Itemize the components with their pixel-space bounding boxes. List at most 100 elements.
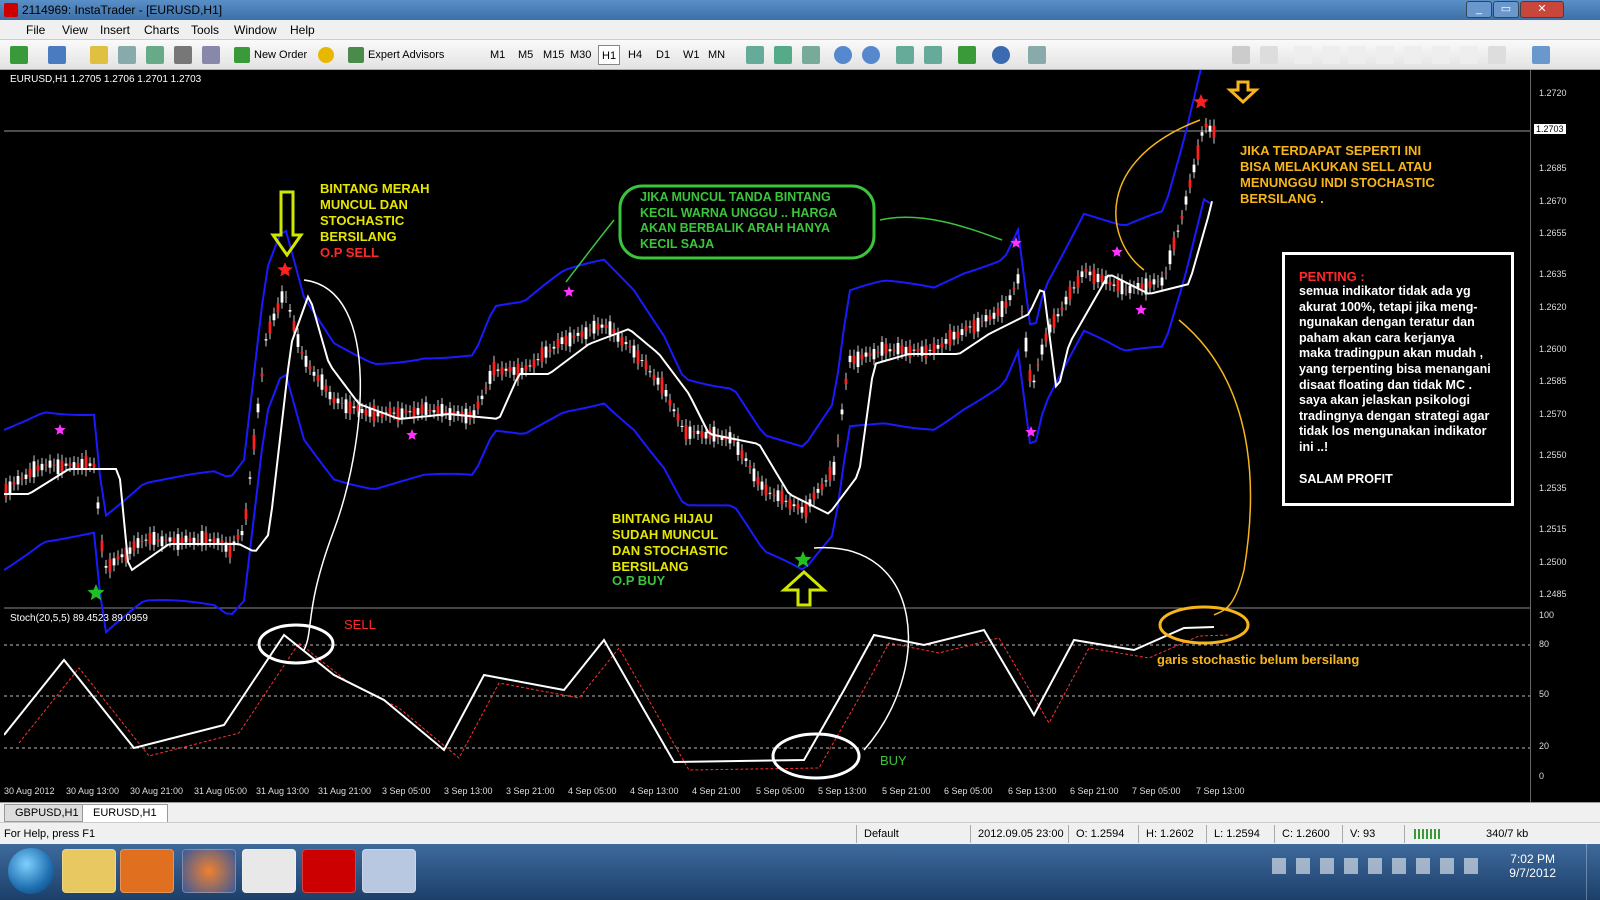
note-title: PENTING : (1299, 269, 1365, 284)
vertical-line-icon[interactable] (1294, 46, 1312, 64)
trendline-icon[interactable] (1348, 46, 1366, 64)
candle-body (568, 332, 572, 347)
crosshair-icon[interactable] (1260, 46, 1278, 64)
line-chart-icon[interactable] (802, 46, 820, 64)
label-icon[interactable] (1460, 46, 1478, 64)
tf-d1[interactable]: D1 (656, 45, 670, 65)
maximize-button[interactable]: ▭ (1493, 1, 1519, 18)
candle-body (432, 410, 436, 413)
close-button[interactable]: ✕ (1520, 1, 1564, 18)
orange-connector-top (1115, 119, 1201, 271)
candlestick-icon[interactable] (774, 46, 792, 64)
candle-body (680, 425, 684, 427)
status-traffic: 340/7 kb (1486, 828, 1529, 840)
zoom-out-icon[interactable] (862, 46, 880, 64)
text-icon[interactable] (1432, 46, 1450, 64)
tf-m5[interactable]: M5 (518, 45, 533, 65)
candle-body (956, 331, 960, 339)
tf-m1[interactable]: M1 (490, 45, 505, 65)
menu-insert[interactable]: Insert (100, 23, 130, 37)
candle-body (528, 365, 532, 367)
candle-body (700, 430, 704, 438)
arrows-icon[interactable] (1488, 46, 1506, 64)
candle-body (92, 463, 96, 468)
expert-advisors-button[interactable]: Expert Advisors (368, 45, 444, 65)
candle-body (292, 321, 296, 332)
candle-body (672, 409, 676, 412)
help-icon[interactable] (1532, 46, 1550, 64)
stoch-scale-label: 80 (1539, 639, 1550, 649)
zoom-in-icon[interactable] (834, 46, 852, 64)
candle-body (304, 355, 308, 367)
candle-body (1024, 337, 1028, 352)
tf-h1[interactable]: H1 (598, 45, 621, 65)
candle-body (308, 366, 312, 370)
clock[interactable]: 7:02 PM 9/7/2012 (1509, 852, 1556, 880)
expert-advisors-icon[interactable] (348, 47, 364, 63)
candle-body (876, 351, 880, 353)
candle-body (860, 354, 864, 360)
candle-body (776, 490, 780, 501)
stoch-scale-label: 20 (1539, 741, 1550, 751)
candle-body (504, 368, 508, 371)
navigator-icon[interactable] (146, 46, 164, 64)
profiles-icon[interactable] (48, 46, 66, 64)
terminal-icon[interactable] (174, 46, 192, 64)
candle-body (572, 335, 576, 338)
tf-m30[interactable]: M30 (570, 45, 591, 65)
menu-tools[interactable]: Tools (191, 23, 219, 37)
periods-icon[interactable] (992, 46, 1010, 64)
status-profile: Default (864, 828, 899, 840)
menu-file[interactable]: File (26, 23, 45, 37)
tray-icons[interactable] (1272, 858, 1478, 874)
calculator-taskbar-icon[interactable] (362, 849, 416, 893)
price-scale[interactable]: 1.2720 1.2703 1.2685 1.2670 1.2655 1.263… (1530, 70, 1600, 802)
new-order-button[interactable]: New Order (254, 45, 307, 65)
time-label: 7 Sep 13:00 (1196, 786, 1245, 796)
start-button[interactable] (8, 848, 54, 894)
templates-icon[interactable] (1028, 46, 1046, 64)
tab-eurusd[interactable]: EURUSD,H1 (82, 804, 168, 822)
fibonacci-icon[interactable] (1404, 46, 1422, 64)
document-taskbar-icon[interactable] (242, 849, 296, 893)
menu-help[interactable]: Help (290, 23, 315, 37)
tf-h4[interactable]: H4 (628, 45, 642, 65)
channel-icon[interactable] (1376, 46, 1394, 64)
menu-window[interactable]: Window (234, 23, 277, 37)
candle-body (144, 539, 148, 541)
time-label: 30 Aug 21:00 (130, 786, 184, 796)
annotation-line: KECIL WARNA UNGGU .. HARGA (640, 205, 838, 220)
candle-body (476, 401, 480, 409)
candle-body (80, 459, 84, 469)
instatrader-taskbar-icon[interactable] (302, 849, 356, 893)
new-chart-icon[interactable] (10, 46, 28, 64)
menu-charts[interactable]: Charts (144, 23, 179, 37)
media-player-taskbar-icon[interactable] (120, 849, 174, 893)
show-desktop-button[interactable] (1586, 844, 1600, 900)
auto-scroll-icon[interactable] (896, 46, 914, 64)
indicators-icon[interactable] (958, 46, 976, 64)
tester-icon[interactable] (202, 46, 220, 64)
market-watch-icon[interactable] (90, 46, 108, 64)
candle-body (68, 463, 72, 467)
menu-view[interactable]: View (62, 23, 88, 37)
tf-w1[interactable]: W1 (683, 45, 700, 65)
tab-gbpusd[interactable]: GBPUSD,H1 (4, 804, 90, 822)
horizontal-line-icon[interactable] (1322, 46, 1340, 64)
candle-body (1056, 314, 1060, 317)
candle-body (840, 409, 844, 415)
chart-shift-icon[interactable] (924, 46, 942, 64)
candle-body (792, 504, 796, 507)
alert-icon[interactable] (318, 47, 334, 63)
tf-m15[interactable]: M15 (543, 45, 564, 65)
data-window-icon[interactable] (118, 46, 136, 64)
note-line: yang terpenting bisa menangani (1299, 361, 1491, 376)
firefox-taskbar-icon[interactable] (182, 849, 236, 893)
new-order-icon[interactable] (234, 47, 250, 63)
explorer-taskbar-icon[interactable] (62, 849, 116, 893)
stoch-info: Stoch(20,5,5) 89.4523 89.0959 (10, 613, 148, 624)
bar-chart-icon[interactable] (746, 46, 764, 64)
cursor-icon[interactable] (1232, 46, 1250, 64)
tf-mn[interactable]: MN (708, 45, 725, 65)
minimize-button[interactable]: _ (1466, 1, 1492, 18)
